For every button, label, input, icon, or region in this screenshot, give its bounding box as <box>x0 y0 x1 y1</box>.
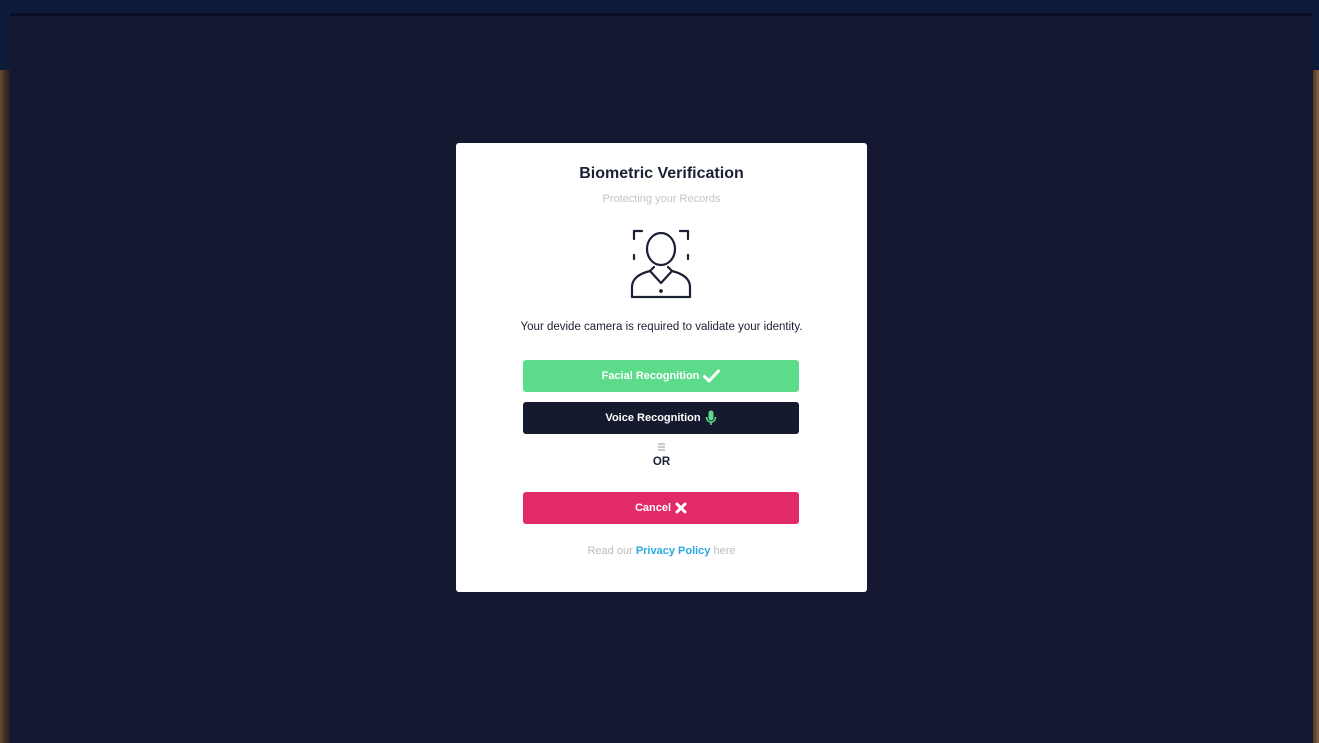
instruction-text: Your devide camera is required to valida… <box>520 321 803 333</box>
face-scan-icon <box>630 229 692 299</box>
cancel-label: Cancel <box>634 502 672 514</box>
modal-title: Biometric Verification <box>579 165 744 182</box>
voice-recognition-button[interactable]: Voice Recognition <box>523 402 799 434</box>
divider-mark <box>658 443 665 451</box>
facial-recognition-button[interactable]: Facial Recognition <box>523 360 799 392</box>
privacy-notice: Read our Privacy Policy here <box>456 545 867 557</box>
or-separator: OR <box>652 456 671 468</box>
privacy-prefix: Read our <box>587 545 633 557</box>
privacy-suffix: here <box>713 545 736 557</box>
microphone-icon <box>705 410 716 425</box>
voice-recognition-label: Voice Recognition <box>605 412 701 424</box>
modal-subtitle: Protecting your Records <box>602 193 721 205</box>
cancel-button[interactable]: Cancel <box>523 492 799 524</box>
facial-recognition-label: Facial Recognition <box>601 370 700 382</box>
checkmark-icon <box>703 369 721 383</box>
privacy-policy-link[interactable]: Privacy Policy <box>636 545 711 557</box>
close-icon <box>675 502 687 514</box>
biometric-verification-modal: Biometric Verification Protecting your R… <box>456 143 867 592</box>
